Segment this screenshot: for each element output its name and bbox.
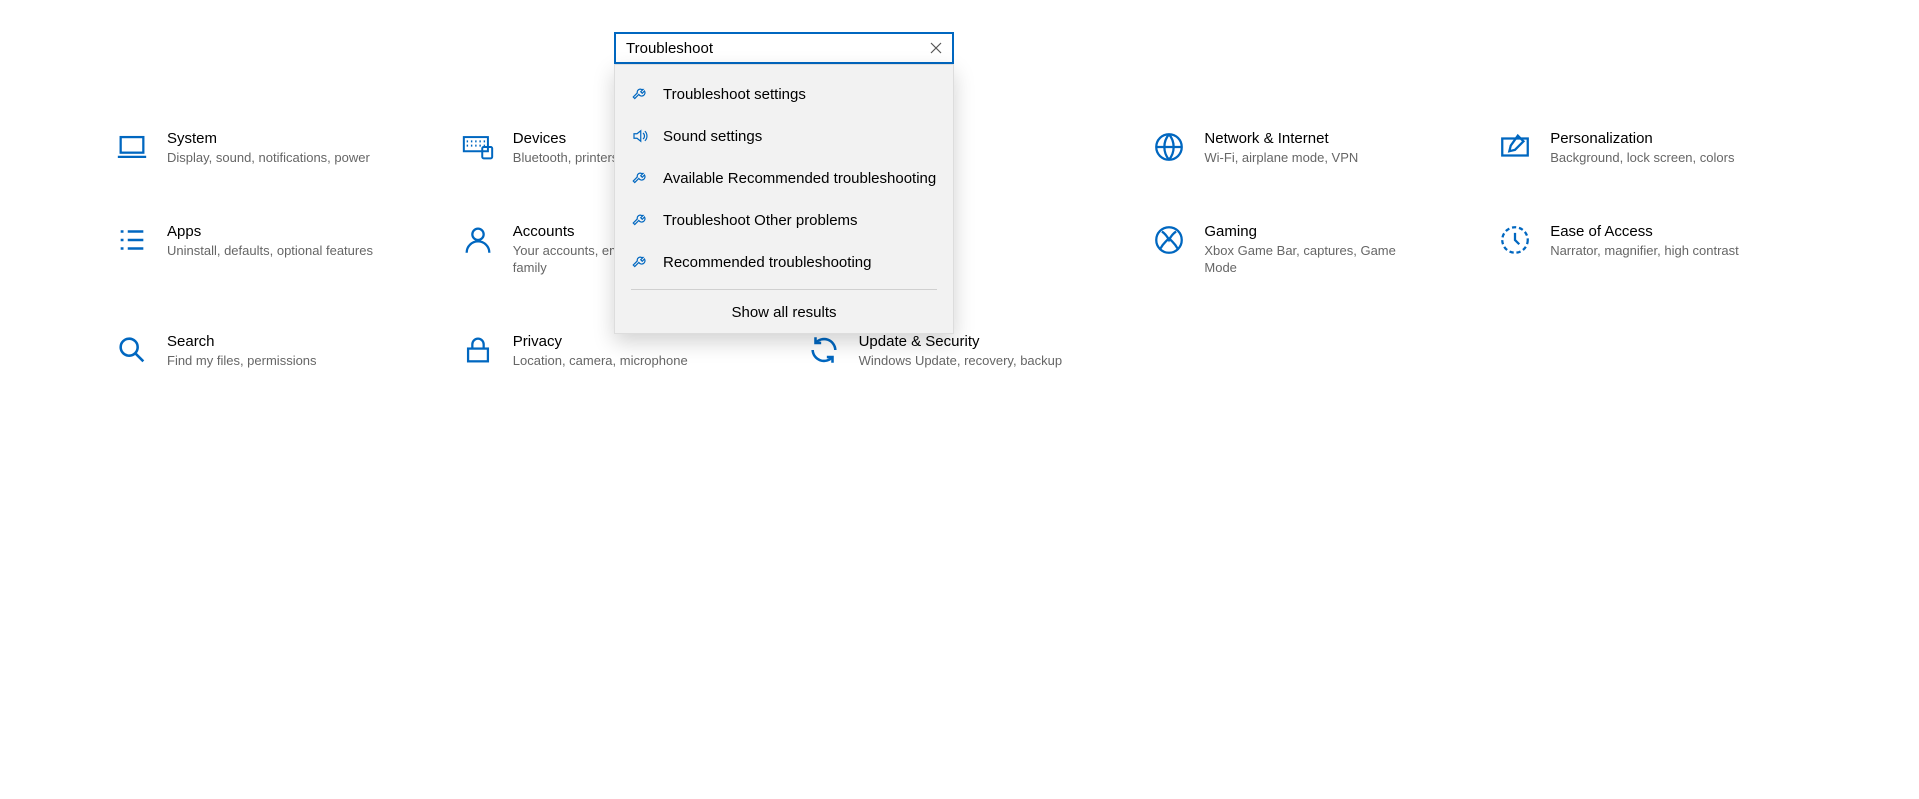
pen-monitor-icon: [1498, 130, 1532, 164]
close-icon: [930, 42, 942, 54]
wrench-icon: [631, 211, 649, 229]
search-input[interactable]: [626, 40, 926, 57]
category-subtitle: Wi-Fi, airplane mode, VPN: [1204, 149, 1358, 167]
search-suggestions-dropdown: Troubleshoot settings Sound settings Ava…: [614, 64, 954, 334]
clear-search-button[interactable]: [926, 38, 946, 58]
list-icon: [115, 223, 149, 257]
category-update-security[interactable]: Update & Security Windows Update, recove…: [807, 333, 1067, 370]
suggestion-item[interactable]: Recommended troubleshooting: [615, 241, 953, 283]
category-subtitle: Find my files, permissions: [167, 352, 317, 370]
category-search[interactable]: Search Find my files, permissions: [115, 333, 375, 370]
category-subtitle: Windows Update, recovery, backup: [859, 352, 1063, 370]
category-gaming[interactable]: Gaming Xbox Game Bar, captures, Game Mod…: [1152, 223, 1412, 277]
settings-categories-grid: System Display, sound, notifications, po…: [115, 130, 1804, 369]
wrench-icon: [631, 169, 649, 187]
suggestion-item[interactable]: Troubleshoot settings: [615, 73, 953, 115]
category-title: Update & Security: [859, 333, 1063, 350]
search-box[interactable]: [614, 32, 954, 64]
category-title: System: [167, 130, 370, 147]
category-subtitle: Display, sound, notifications, power: [167, 149, 370, 167]
lock-icon: [461, 333, 495, 367]
speaker-icon: [631, 127, 649, 145]
search-container: Troubleshoot settings Sound settings Ava…: [614, 32, 954, 334]
category-title: Personalization: [1550, 130, 1734, 147]
suggestion-item[interactable]: Troubleshoot Other problems: [615, 199, 953, 241]
category-title: Privacy: [513, 333, 688, 350]
wrench-icon: [631, 85, 649, 103]
suggestion-label: Troubleshoot settings: [663, 86, 806, 103]
category-ease-of-access[interactable]: Ease of Access Narrator, magnifier, high…: [1498, 223, 1758, 277]
category-title: Apps: [167, 223, 373, 240]
laptop-icon: [115, 130, 149, 164]
category-subtitle: Background, lock screen, colors: [1550, 149, 1734, 167]
category-system[interactable]: System Display, sound, notifications, po…: [115, 130, 375, 167]
suggestion-item[interactable]: Available Recommended troubleshooting: [615, 157, 953, 199]
suggestion-label: Troubleshoot Other problems: [663, 212, 858, 229]
show-all-results-button[interactable]: Show all results: [631, 289, 937, 321]
category-privacy[interactable]: Privacy Location, camera, microphone: [461, 333, 721, 370]
keyboard-icon: [461, 130, 495, 164]
accessibility-icon: [1498, 223, 1532, 257]
suggestion-label: Sound settings: [663, 128, 762, 145]
category-subtitle: Narrator, magnifier, high contrast: [1550, 242, 1739, 260]
category-subtitle: Location, camera, microphone: [513, 352, 688, 370]
search-icon: [115, 333, 149, 367]
category-title: Gaming: [1204, 223, 1412, 240]
suggestion-label: Available Recommended troubleshooting: [663, 170, 936, 187]
category-network[interactable]: Network & Internet Wi-Fi, airplane mode,…: [1152, 130, 1412, 167]
category-apps[interactable]: Apps Uninstall, defaults, optional featu…: [115, 223, 375, 277]
sync-icon: [807, 333, 841, 367]
category-personalization[interactable]: Personalization Background, lock screen,…: [1498, 130, 1758, 167]
category-subtitle: Uninstall, defaults, optional features: [167, 242, 373, 260]
category-subtitle: Xbox Game Bar, captures, Game Mode: [1204, 242, 1412, 277]
globe-icon: [1152, 130, 1186, 164]
category-title: Ease of Access: [1550, 223, 1739, 240]
suggestion-label: Recommended troubleshooting: [663, 254, 871, 271]
xbox-icon: [1152, 223, 1186, 257]
category-title: Network & Internet: [1204, 130, 1358, 147]
suggestion-item[interactable]: Sound settings: [615, 115, 953, 157]
person-icon: [461, 223, 495, 257]
category-title: Search: [167, 333, 317, 350]
wrench-icon: [631, 253, 649, 271]
